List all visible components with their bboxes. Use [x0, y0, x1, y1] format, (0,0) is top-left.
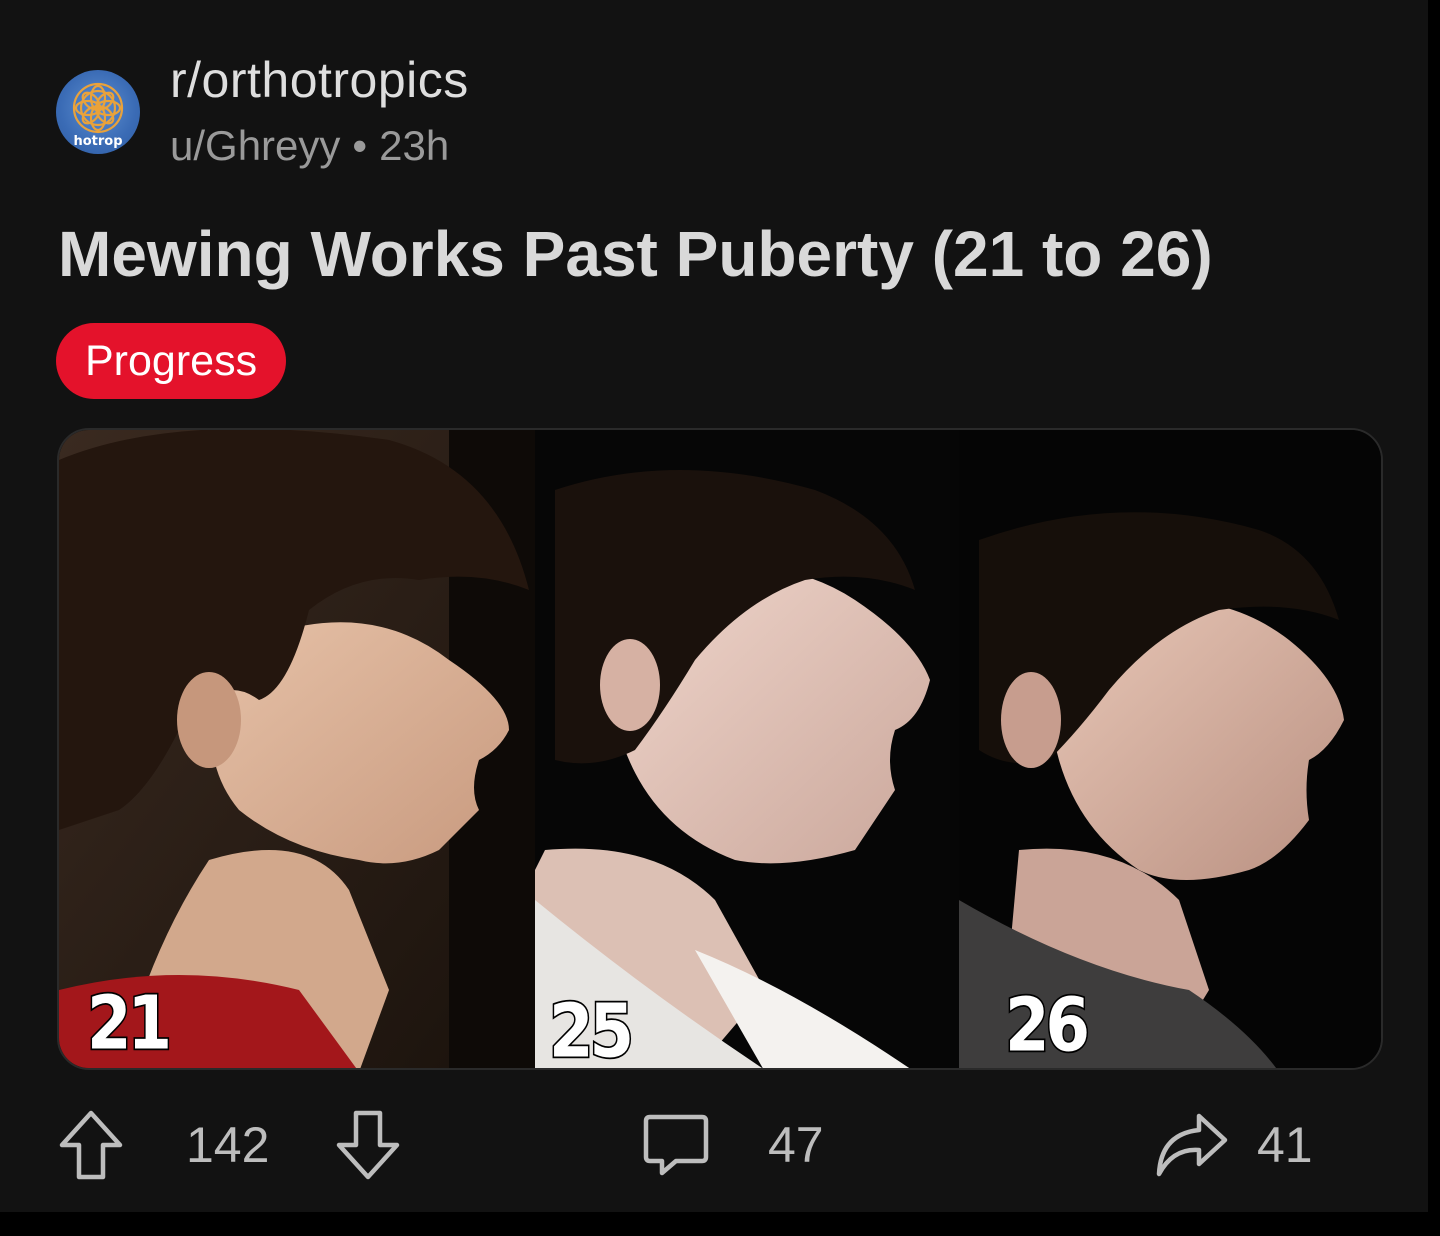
profile-photo-25 [535, 430, 959, 1068]
author-name[interactable]: u/Ghreyy [170, 122, 340, 169]
post-meta: u/Ghreyy • 23h [170, 120, 449, 172]
flair-badge[interactable]: Progress [56, 323, 287, 399]
next-post-divider [0, 1212, 1440, 1236]
arrow-up-icon[interactable] [58, 1109, 124, 1181]
subreddit-avatar[interactable]: hotrop [56, 70, 140, 154]
screen-edge [1428, 0, 1440, 200]
profile-photo-26 [959, 430, 1381, 1068]
photo-panel-21: 21 [59, 430, 535, 1068]
comment-button[interactable]: 47 [642, 1100, 824, 1190]
upvote-button[interactable] [58, 1100, 124, 1190]
comment-count: 47 [768, 1117, 824, 1173]
post-age: 23h [379, 122, 450, 169]
share-count: 41 [1257, 1117, 1313, 1173]
post-title[interactable]: Mewing Works Past Puberty (21 to 26) [58, 218, 1213, 290]
share-arrow-icon[interactable] [1155, 1112, 1229, 1178]
age-label-26: 26 [1003, 982, 1091, 1068]
photo-panel-26: 26 [959, 430, 1381, 1068]
avatar-logo-text: hotrop [73, 134, 123, 149]
subreddit-name[interactable]: r/orthotropics [170, 52, 469, 108]
vote-count: 142 [186, 1100, 269, 1190]
action-bar: 142 47 41 [0, 1100, 1428, 1190]
profile-photo-21 [59, 430, 535, 1068]
downvote-button[interactable] [335, 1100, 401, 1190]
arrow-down-icon[interactable] [335, 1109, 401, 1181]
upvote-count: 142 [186, 1117, 270, 1173]
share-button[interactable]: 41 [1155, 1100, 1313, 1190]
meta-separator: • [352, 122, 368, 169]
comment-bubble-icon[interactable] [642, 1111, 710, 1179]
photo-panel-25: 25 [535, 430, 959, 1068]
age-label-21: 21 [85, 980, 173, 1068]
post-card[interactable]: hotrop r/orthotropics u/Ghreyy • 23h Mewin… [0, 0, 1428, 1212]
post-image[interactable]: 21 25 26 [57, 428, 1383, 1070]
age-label-25: 25 [547, 988, 635, 1068]
